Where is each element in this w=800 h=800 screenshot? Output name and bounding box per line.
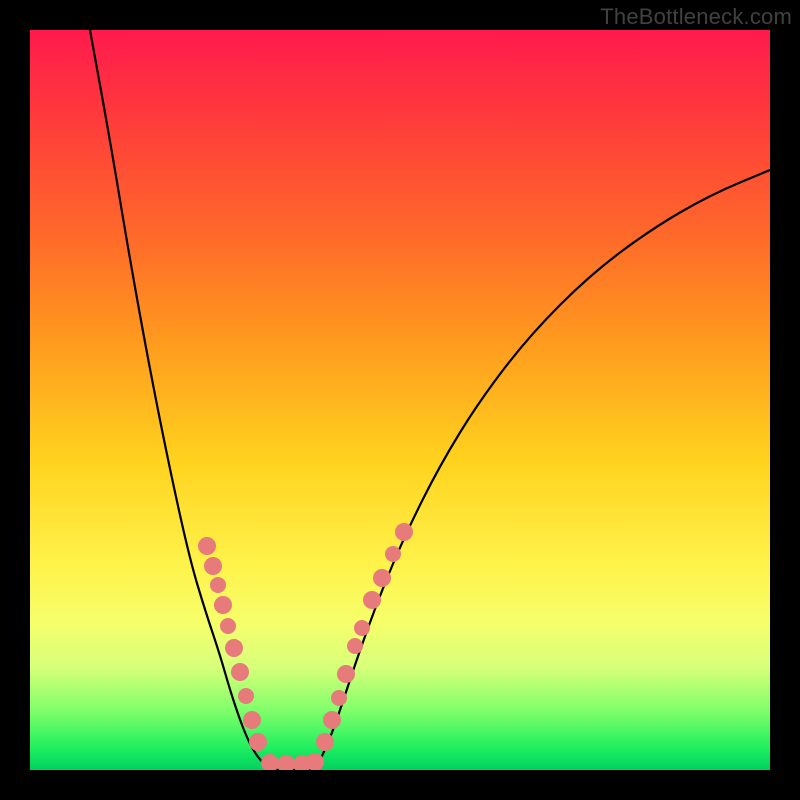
watermark-text: TheBottleneck.com — [600, 4, 792, 30]
bead-marker — [347, 638, 363, 654]
bead-marker — [225, 639, 243, 657]
bead-marker — [243, 711, 261, 729]
bead-marker — [373, 569, 391, 587]
bead-marker — [261, 754, 279, 770]
bead-marker — [363, 591, 381, 609]
bead-marker — [249, 733, 267, 751]
bead-marker — [354, 620, 370, 636]
bead-marker — [316, 733, 334, 751]
bead-marker — [385, 546, 401, 562]
plot-area — [30, 30, 770, 770]
bead-marker — [277, 755, 295, 770]
bead-marker — [337, 665, 355, 683]
bead-marker — [238, 688, 254, 704]
curve-layer — [30, 30, 770, 770]
chart-frame: TheBottleneck.com — [0, 0, 800, 800]
bead-marker — [323, 711, 341, 729]
bead-marker — [231, 663, 249, 681]
bead-marker — [210, 577, 226, 593]
bead-marker — [220, 618, 236, 634]
bead-marker — [331, 690, 347, 706]
bead-marker — [395, 523, 413, 541]
bead-marker — [204, 557, 222, 575]
bead-marker — [214, 596, 232, 614]
right-curve — [315, 170, 770, 770]
left-curve — [90, 30, 270, 770]
bead-marker — [198, 537, 216, 555]
bead-group — [198, 523, 413, 770]
